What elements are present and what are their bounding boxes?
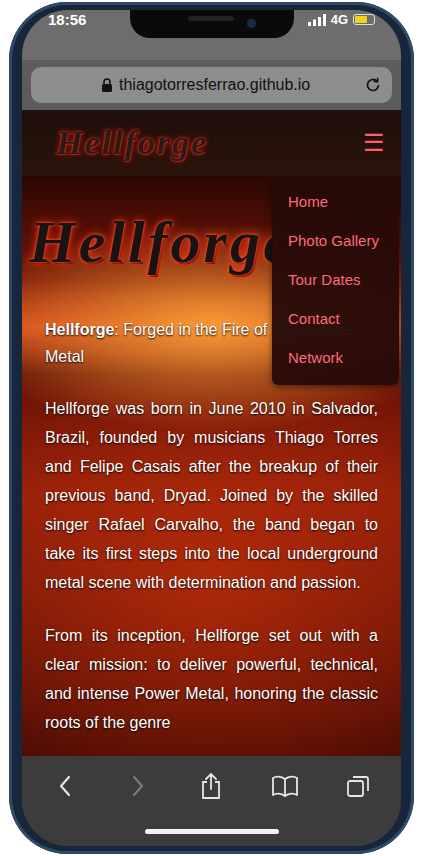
tagline-name: Hellforge xyxy=(45,321,114,338)
lock-icon xyxy=(101,78,113,92)
back-button[interactable] xyxy=(45,766,85,806)
signal-icon xyxy=(308,14,326,26)
notch xyxy=(130,10,294,38)
share-button[interactable] xyxy=(191,766,231,806)
forward-button[interactable] xyxy=(118,766,158,806)
phone-frame: 18:56 4G thiagotorresferrao.github.io Hellf… xyxy=(9,2,414,854)
nav-item[interactable]: Network xyxy=(272,338,399,377)
home-indicator-area xyxy=(22,816,401,846)
book-icon[interactable] xyxy=(271,775,299,797)
nav-item[interactable]: Home xyxy=(272,182,399,221)
bookmarks-button[interactable] xyxy=(265,766,305,806)
nav-item[interactable]: Contact xyxy=(272,299,399,338)
url-text[interactable]: thiagotorresferrao.github.io xyxy=(119,76,358,94)
battery-fill xyxy=(355,16,367,23)
nav-item[interactable]: Tour Dates xyxy=(272,260,399,299)
forward-icon[interactable] xyxy=(131,775,145,797)
tabs-button[interactable] xyxy=(338,766,378,806)
home-indicator xyxy=(145,829,279,834)
camera xyxy=(247,19,256,28)
speaker xyxy=(188,16,234,21)
browser-toolbar xyxy=(22,756,401,816)
reload-icon[interactable] xyxy=(364,76,382,94)
menu-button[interactable]: ☰ xyxy=(359,127,389,159)
share-icon[interactable] xyxy=(200,772,222,800)
network-type: 4G xyxy=(331,12,348,27)
address-bar[interactable]: thiagotorresferrao.github.io xyxy=(31,67,392,103)
site-header: Hellforge ☰ xyxy=(22,110,401,176)
screen: 18:56 4G thiagotorresferrao.github.io Hellf… xyxy=(22,10,401,846)
battery-icon xyxy=(353,14,375,25)
nav-menu: HomePhoto GalleryTour DatesContactNetwor… xyxy=(272,176,399,385)
status-icons: 4G xyxy=(308,10,375,27)
back-icon[interactable] xyxy=(58,775,72,797)
site-logo[interactable]: Hellforge xyxy=(56,124,208,162)
nav-item[interactable]: Photo Gallery xyxy=(272,221,399,260)
clock: 18:56 xyxy=(48,10,86,28)
main-content: HellforgeHellforge: Forged in the Fire o… xyxy=(22,176,401,756)
tabs-icon[interactable] xyxy=(346,774,370,798)
paragraph: From its inception, Hellforge set out wi… xyxy=(45,621,378,737)
paragraph: Hellforge was born in June 2010 in Salva… xyxy=(45,394,378,597)
address-area: thiagotorresferrao.github.io xyxy=(22,60,401,110)
